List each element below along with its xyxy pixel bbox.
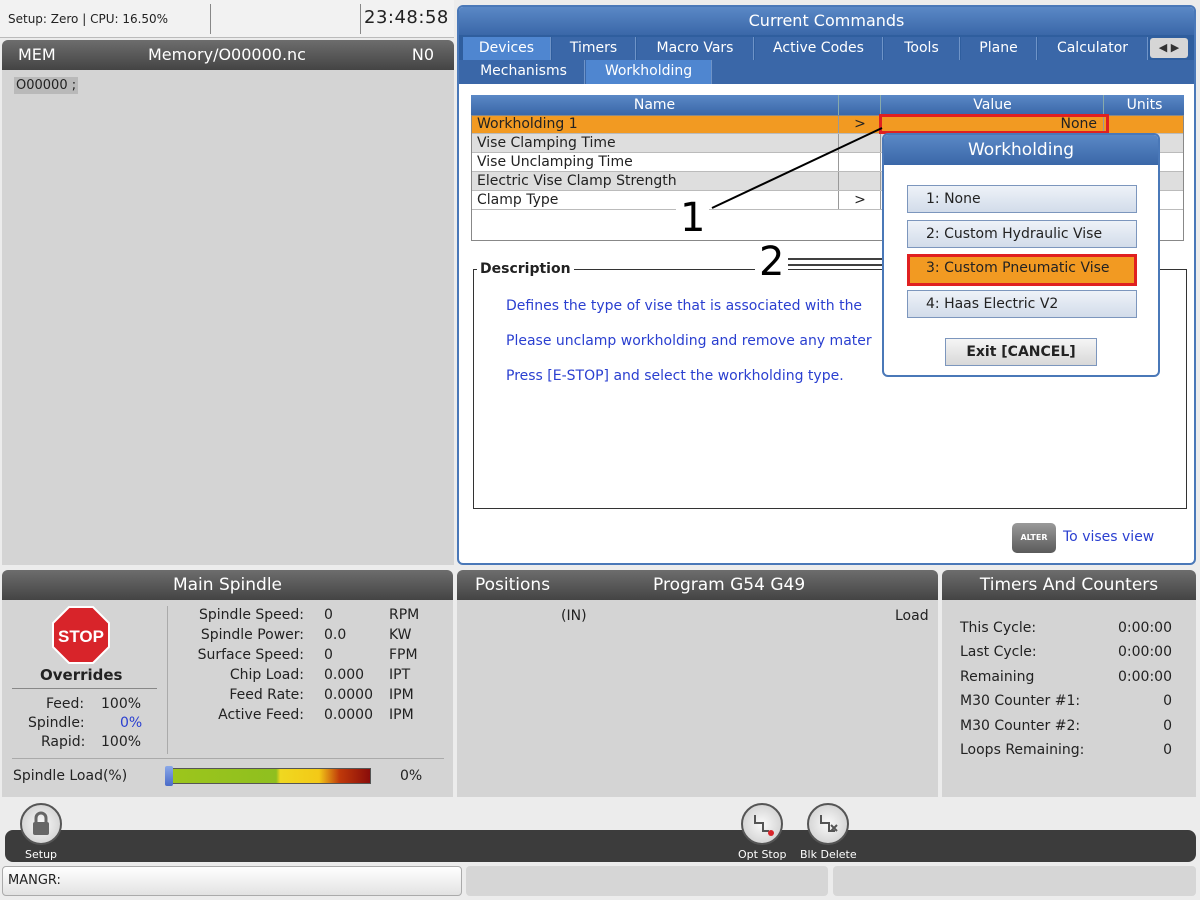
callout-number: 1: [676, 198, 710, 238]
readout-unit: FPM: [389, 647, 418, 663]
timer-label: This Cycle:: [960, 620, 1037, 636]
setup-label: Setup: [25, 848, 58, 861]
message-bar: [833, 866, 1196, 896]
option-none[interactable]: 1: None: [907, 185, 1137, 213]
positions-panel: Positions Program G54 G49 (IN) Load: [457, 570, 938, 797]
stop-label: STOP: [58, 627, 104, 646]
option-custom-pneumatic-vise[interactable]: 3: Custom Pneumatic Vise: [907, 254, 1137, 286]
spindle-load-value: 0%: [400, 768, 423, 784]
readout-label: Spindle Speed:: [199, 607, 304, 623]
readout-value: 0: [324, 647, 333, 663]
readout-value: 0.000: [324, 667, 365, 683]
spindle-load-bar: [165, 768, 371, 784]
readout-value: 0: [324, 607, 333, 623]
readout-unit: IPM: [389, 687, 414, 703]
positions-header: Positions Program G54 G49: [457, 570, 938, 600]
spindle-load-marker: [165, 766, 173, 786]
readout-label: Active Feed:: [218, 707, 304, 723]
counter-value: 0: [1163, 693, 1172, 709]
main-spindle-panel: Main Spindle STOP Overrides Feed: 100% S…: [2, 570, 453, 797]
blk-delete-label: Blk Delete: [800, 848, 857, 861]
counter-label: Loops Remaining:: [960, 742, 1085, 758]
override-value: 0%: [120, 715, 143, 731]
counter-value: 0: [1163, 718, 1172, 734]
panel-title: Timers And Counters: [942, 570, 1196, 600]
popup-title: Workholding: [884, 135, 1158, 165]
divider: [12, 688, 157, 689]
readout-unit: KW: [389, 627, 412, 643]
exit-cancel-button[interactable]: Exit [CANCEL]: [945, 338, 1097, 366]
callout-number: 2: [755, 242, 789, 282]
input-bar[interactable]: MANGR:: [2, 866, 462, 896]
option-haas-electric-v2[interactable]: 4: Haas Electric V2: [907, 290, 1137, 318]
override-value: 100%: [101, 696, 142, 712]
opt-stop-icon[interactable]: [741, 803, 783, 845]
readout-value: 0.0000: [324, 687, 373, 703]
opt-stop-label: Opt Stop: [738, 848, 787, 861]
timer-value: 0:00:00: [1118, 620, 1172, 636]
units-label: (IN): [561, 608, 587, 624]
stop-sign-icon[interactable]: STOP: [52, 606, 110, 664]
readout-value: 0.0000: [324, 707, 373, 723]
load-column-label: Load: [895, 608, 929, 624]
timers-counters-panel: Timers And Counters This Cycle: 0:00:00 …: [942, 570, 1196, 797]
timer-label: Last Cycle:: [960, 644, 1037, 660]
overrides-title: Overrides: [40, 666, 123, 684]
override-label: Spindle:: [28, 715, 85, 731]
timer-value: 0:00:00: [1118, 669, 1172, 685]
readout-label: Feed Rate:: [229, 687, 304, 703]
readout-value: 0.0: [324, 627, 347, 643]
timer-value: 0:00:00: [1118, 644, 1172, 660]
counter-label: M30 Counter #2:: [960, 718, 1081, 734]
timer-label: Remaining: [960, 669, 1035, 685]
lock-icon[interactable]: [20, 803, 62, 845]
readout-unit: RPM: [389, 607, 420, 623]
bottom-toolbar: [5, 830, 1196, 862]
override-value: 100%: [101, 734, 142, 750]
program-codes: Program G54 G49: [653, 575, 806, 595]
readout-label: Spindle Power:: [200, 627, 304, 643]
counter-value: 0: [1163, 742, 1172, 758]
divider: [12, 758, 444, 759]
spindle-load-label: Spindle Load(%): [13, 768, 128, 784]
counter-label: M30 Counter #1:: [960, 693, 1081, 709]
readout-unit: IPM: [389, 707, 414, 723]
override-label: Feed:: [46, 696, 85, 712]
message-bar: [466, 866, 828, 896]
option-custom-hydraulic-vise[interactable]: 2: Custom Hydraulic Vise: [907, 220, 1137, 248]
block-delete-icon[interactable]: [807, 803, 849, 845]
readout-unit: IPT: [389, 667, 411, 683]
panel-title: Main Spindle: [2, 570, 453, 600]
override-label: Rapid:: [41, 734, 86, 750]
panel-title: Positions: [475, 575, 551, 595]
workholding-popup: Workholding 1: None 2: Custom Hydraulic …: [882, 133, 1160, 377]
readout-label: Surface Speed:: [197, 647, 304, 663]
readout-label: Chip Load:: [229, 667, 304, 683]
